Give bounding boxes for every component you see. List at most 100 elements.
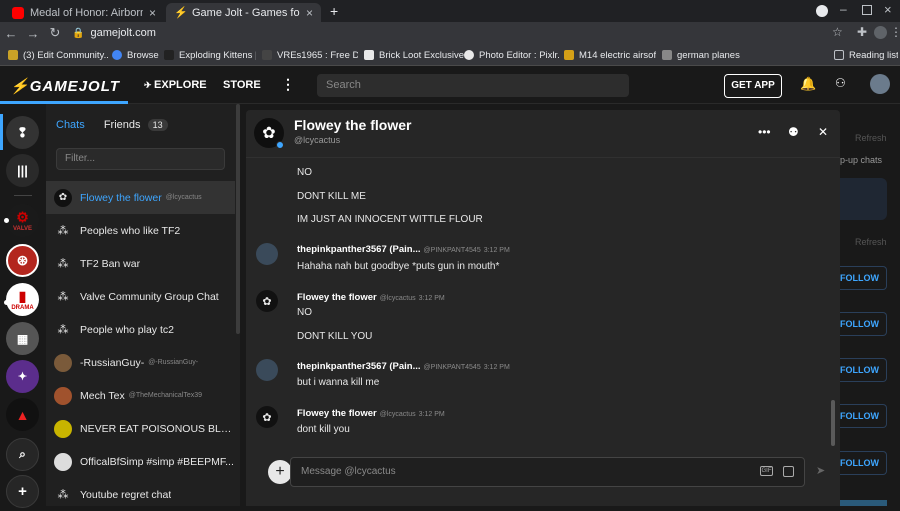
reading-list[interactable]: Reading list	[834, 44, 898, 66]
bookmark-pixlr[interactable]: Photo Editor : Pixlr...	[464, 44, 560, 66]
left-rail: ❢ ||| ⚙ VALVE ⊛ ▮ DRAMA ▦ ✦ ▲ ⌕ +	[0, 104, 46, 508]
bookmark-brick-loot[interactable]: Brick Loot Exclusive...	[364, 44, 468, 66]
group-chat-icon: ⁂	[57, 489, 69, 501]
conversation-title: Flowey the flower	[294, 117, 412, 133]
follow-button[interactable]: FOLLOW	[840, 312, 887, 336]
bookmark-vres1965[interactable]: VREs1965 : Free Do...	[262, 44, 358, 66]
follow-button[interactable]: FOLLOW	[840, 266, 887, 290]
nav-explore[interactable]: ✈ EXPLORE	[144, 79, 207, 91]
forward-icon[interactable]: →	[22, 26, 44, 41]
author-handle: @lcycactus	[379, 411, 416, 418]
group-chat-icon: ⁂	[57, 324, 69, 336]
bookmark-label: (3) Edit Community...	[23, 49, 108, 61]
author-name[interactable]: thepinkpanther3567 (Pain...	[297, 361, 421, 372]
gif-icon[interactable]: GIF	[760, 466, 773, 476]
message-line: NO	[297, 307, 312, 318]
message-input[interactable]: Message @lcycactus	[290, 457, 805, 487]
chat-item-tf2-ban-war[interactable]: ⁂ TF2 Ban war	[46, 247, 235, 280]
discover-search-icon[interactable]: ⌕	[6, 438, 39, 471]
friend-requests-icon[interactable]: ⚇	[835, 76, 846, 90]
refresh-link[interactable]: Refresh	[855, 133, 887, 143]
mech-tex-avatar	[54, 386, 72, 405]
chat-icon[interactable]: ❢	[6, 116, 39, 149]
community-red-triangle[interactable]: ▲	[6, 398, 39, 431]
refresh-link[interactable]: Refresh	[855, 237, 887, 247]
tab-search-icon[interactable]	[816, 5, 828, 17]
online-status-dot	[276, 141, 284, 149]
conversation-header: ✿ Flowey the flower @lcycactus ••• ⚉ ✕	[246, 110, 840, 158]
close-tab-icon[interactable]: ×	[306, 6, 313, 20]
get-app-button[interactable]: GET APP	[724, 74, 782, 98]
community-purple[interactable]: ✦	[6, 360, 39, 393]
notifications-bell-icon[interactable]: 🔔	[800, 76, 816, 92]
pinkpanther-avatar[interactable]	[256, 243, 278, 265]
author-name[interactable]: Flowey the flower	[297, 408, 377, 419]
kitten-icon	[164, 50, 174, 60]
search-input[interactable]: Search	[317, 74, 629, 97]
bookmark-m14[interactable]: M14 electric airsoft...	[564, 44, 656, 66]
bookmark-label: Photo Editor : Pixlr...	[479, 49, 560, 61]
chat-item-youtube-regret[interactable]: ⁂ Youtube regret chat	[46, 478, 235, 511]
maximize-icon[interactable]	[862, 5, 872, 15]
gamejolt-favicon-icon: ⚡	[174, 6, 188, 19]
user-avatar[interactable]	[870, 74, 890, 94]
follow-button[interactable]: FOLLOW	[840, 358, 887, 382]
chat-item-never-eat[interactable]: NEVER EAT POISONOUS BLO...	[46, 412, 235, 445]
close-chat-icon[interactable]: ✕	[818, 125, 828, 139]
extensions-icon[interactable]: ✚	[857, 25, 867, 39]
chat-item-flowey[interactable]: ✿ Flowey the flower @lcycactus	[46, 181, 235, 214]
chat-name: Mech Tex	[80, 389, 125, 402]
chat-list-scrollbar[interactable]	[236, 104, 240, 334]
filter-input[interactable]: Filter...	[56, 148, 225, 170]
close-tab-icon[interactable]: ×	[149, 6, 156, 20]
library-icon[interactable]: |||	[6, 154, 39, 187]
url-field[interactable]: gamejolt.com	[90, 27, 155, 39]
conversation-scrollbar[interactable]	[831, 400, 835, 446]
close-window-icon[interactable]: ×	[884, 2, 892, 17]
never-eat-avatar	[54, 419, 72, 438]
bookmark-star-icon[interactable]: ☆	[832, 25, 843, 39]
bookmark-browse[interactable]: Browse	[112, 44, 162, 66]
follow-button[interactable]: FOLLOW	[840, 404, 887, 428]
send-icon[interactable]: ➤	[816, 464, 825, 477]
chat-item-tc2[interactable]: ⁂ People who play tc2	[46, 313, 235, 346]
pinkpanther-avatar[interactable]	[256, 359, 278, 381]
author-name[interactable]: Flowey the flower	[297, 292, 377, 303]
nav-store[interactable]: STORE	[223, 79, 261, 91]
more-menu-icon[interactable]: ⋮	[281, 76, 295, 93]
tab-friends[interactable]: Friends	[104, 119, 141, 131]
bookmark-exploding-kittens[interactable]: Exploding Kittens |...	[164, 44, 256, 66]
add-friend-icon[interactable]: ⚉	[788, 125, 799, 139]
tab-chats[interactable]: Chats	[56, 119, 85, 131]
flowey-avatar[interactable]: ✿	[256, 406, 278, 428]
gamejolt-logo[interactable]: ⚡GAMEJOLT	[10, 77, 120, 95]
minimize-icon[interactable]: –	[840, 2, 847, 16]
bookmark-edit-community[interactable]: (3) Edit Community...	[8, 44, 108, 66]
chat-item-officalbfsimp[interactable]: OfficalBfSimp #simp #BEEPMF...	[46, 445, 235, 478]
back-icon[interactable]: ←	[0, 26, 22, 41]
community-valve[interactable]: ⚙ VALVE	[6, 204, 39, 237]
bookmark-german-planes[interactable]: german planes	[662, 44, 742, 66]
more-options-icon[interactable]: •••	[758, 125, 771, 139]
profile-avatar[interactable]	[874, 26, 887, 39]
chat-list-panel: Chats Friends 13 Filter... ✿ Flowey the …	[46, 104, 240, 506]
community-pixel[interactable]: ▦	[6, 322, 39, 355]
attach-plus-button[interactable]: +	[268, 460, 292, 484]
new-tab-button[interactable]: +	[330, 3, 338, 19]
flowey-avatar[interactable]: ✿	[256, 290, 278, 312]
chat-item-russianguy[interactable]: -RussianGuy- @-RussianGuy-	[46, 346, 235, 379]
browser-tab-medal-of-honor[interactable]: Medal of Honor: Airborne. Full c ×	[4, 3, 164, 22]
community-drama[interactable]: ▮ DRAMA	[6, 283, 39, 316]
sticker-icon[interactable]	[783, 466, 794, 477]
chat-item-valve-community[interactable]: ⁂ Valve Community Group Chat	[46, 280, 235, 313]
add-community-icon[interactable]: +	[6, 475, 39, 508]
follow-button[interactable]: FOLLOW	[840, 451, 887, 475]
chat-item-mech-tex[interactable]: Mech Tex @TheMechanicalTex39	[46, 379, 235, 412]
reload-icon[interactable]: ↻	[44, 25, 66, 41]
community-tf2[interactable]: ⊛	[6, 244, 39, 277]
browser-menu-icon[interactable]: ⋮	[890, 25, 900, 39]
lock-icon[interactable]: 🔒	[72, 28, 84, 39]
author-name[interactable]: thepinkpanther3567 (Pain...	[297, 244, 421, 255]
chat-item-tf2-group[interactable]: ⁂ Peoples who like TF2	[46, 214, 235, 247]
browser-tab-gamejolt[interactable]: ⚡ Game Jolt - Games for the love o ×	[166, 3, 321, 22]
